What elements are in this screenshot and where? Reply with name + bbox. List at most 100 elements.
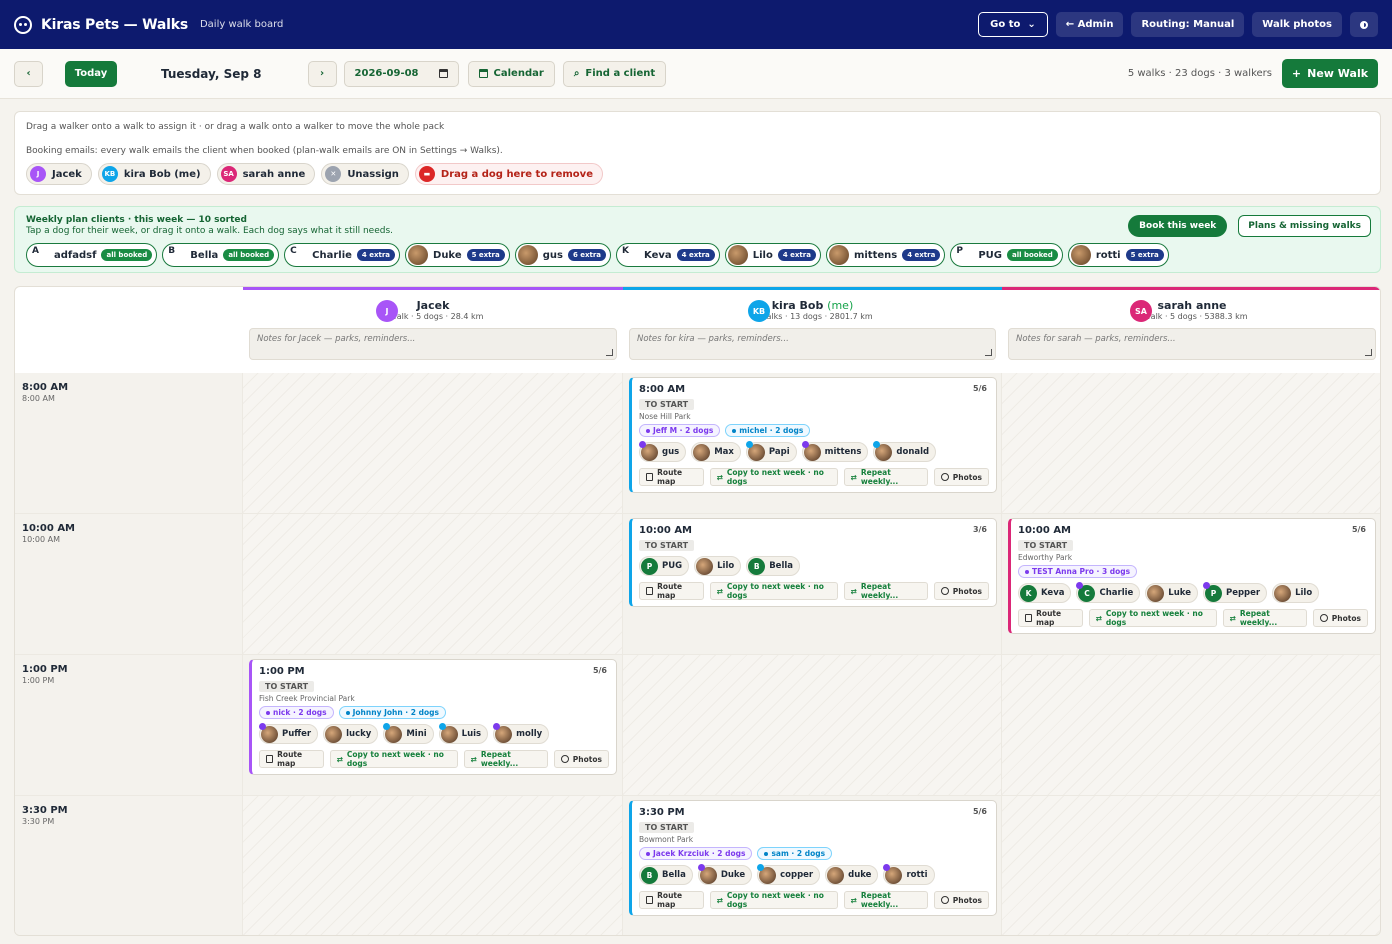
copy-next-week-button[interactable]: ⇄ Copy to next week · no dogs xyxy=(329,750,458,768)
dog-chip[interactable]: Max xyxy=(691,442,741,462)
dog-chip[interactable]: P PUG xyxy=(639,556,690,576)
route-map-button[interactable]: Route map xyxy=(639,468,704,486)
dog-chip[interactable]: Luke xyxy=(1145,583,1198,603)
theme-toggle-button[interactable] xyxy=(1350,12,1378,37)
dog-name: Bella xyxy=(769,561,794,571)
routing-button[interactable]: Routing: Manual xyxy=(1131,12,1245,37)
dog-chip[interactable]: Papi xyxy=(745,441,797,462)
client-tag[interactable]: TEST Anna Pro · 3 dogs xyxy=(1018,565,1138,578)
dog-chip[interactable]: B Bella xyxy=(746,556,801,576)
find-client-button[interactable]: ⌕ Find a client xyxy=(562,60,667,87)
walk-card[interactable]: 10:00 AM 5/6 TO START Edworthy Park TEST Ann… xyxy=(1008,518,1376,634)
dog-chip[interactable]: lucky xyxy=(323,724,379,744)
dog-chip[interactable]: B Bella xyxy=(639,865,693,885)
empty-slot[interactable] xyxy=(243,796,623,935)
dog-chip[interactable]: rotti xyxy=(883,864,935,885)
client-tag[interactable]: sam · 2 dogs xyxy=(757,847,833,860)
repeat-weekly-button[interactable]: ⇄ Repeat weekly... xyxy=(1222,609,1307,627)
walk-card[interactable]: 10:00 AM 3/6 TO START P PUG Lilo B Bella Route m… xyxy=(629,518,997,607)
route-map-button[interactable]: Route map xyxy=(639,582,704,600)
photos-button[interactable]: Photos xyxy=(933,891,989,909)
unassign-chip[interactable]: ✕ Unassign xyxy=(321,163,409,185)
client-tag[interactable]: Jeff M · 2 dogs xyxy=(639,424,721,437)
goto-menu-button[interactable]: Go to ⌄ xyxy=(978,12,1048,37)
weekly-dog-chip[interactable]: mittens 4 extra xyxy=(825,243,946,267)
new-walk-button[interactable]: + New Walk xyxy=(1282,59,1378,88)
photos-button[interactable]: Photos xyxy=(933,468,989,486)
walker-chip-sarah[interactable]: SA sarah anne xyxy=(216,163,316,185)
weekly-dog-chip[interactable]: B Bella all booked xyxy=(162,243,280,267)
walk-card[interactable]: 8:00 AM 5/6 TO START Nose Hill Park Jeff M ·… xyxy=(629,377,997,493)
photos-button[interactable]: Photos xyxy=(1312,609,1368,627)
walker-chip-jacek[interactable]: J Jacek xyxy=(26,163,92,185)
walk-time: 10:00 AM xyxy=(639,525,693,536)
photos-button[interactable]: Photos xyxy=(933,582,989,600)
dog-chip[interactable]: mittens xyxy=(801,441,869,462)
copy-next-week-button[interactable]: ⇄ Copy to next week · no dogs xyxy=(709,468,838,486)
dog-chip[interactable]: Mini xyxy=(383,723,434,744)
walk-card[interactable]: 1:00 PM 5/6 TO START Fish Creek Provincial … xyxy=(249,659,617,775)
repeat-weekly-button[interactable]: ⇄ Repeat weekly... xyxy=(843,891,928,909)
weekly-dog-chip[interactable]: P PUG all booked xyxy=(950,243,1063,267)
remove-dog-dropzone[interactable]: ▬ Drag a dog here to remove xyxy=(414,163,603,185)
walk-photos-button[interactable]: Walk photos xyxy=(1252,12,1342,37)
walker-notes-field[interactable]: Notes for sarah — parks, reminders... xyxy=(1008,328,1376,360)
weekly-dog-chip[interactable]: Lilo 4 extra xyxy=(724,243,821,267)
dog-chip[interactable]: duke xyxy=(825,865,879,885)
weekly-dog-chip[interactable]: C Charlie 4 extra xyxy=(284,243,401,267)
plans-missing-walks-button[interactable]: Plans & missing walks xyxy=(1238,215,1371,237)
empty-slot[interactable] xyxy=(1002,796,1380,935)
walk-card[interactable]: 3:30 PM 5/6 TO START Bowmont Park Jacek Krzc… xyxy=(629,800,997,916)
repeat-weekly-button[interactable]: ⇄ Repeat weekly... xyxy=(843,468,928,486)
dog-chip[interactable]: K Keva xyxy=(1018,583,1072,603)
walker-notes-field[interactable]: Notes for kira — parks, reminders... xyxy=(629,328,996,360)
empty-slot[interactable] xyxy=(623,655,1002,796)
copy-next-week-button[interactable]: ⇄ Copy to next week · no dogs xyxy=(709,582,838,600)
walker-chip-kira[interactable]: KB kira Bob (me) xyxy=(97,163,211,185)
weekly-dog-chip[interactable]: Aadfadsf all booked xyxy=(26,243,158,267)
dog-chip[interactable]: Puffer xyxy=(259,723,319,744)
weekly-dog-chip[interactable]: Duke 5 extra xyxy=(405,243,510,267)
book-this-week-button[interactable]: Book this week xyxy=(1128,215,1228,237)
dog-chip[interactable]: C Charlie xyxy=(1076,582,1141,603)
status-badge: all booked xyxy=(223,249,275,261)
dog-chip[interactable]: Lilo xyxy=(1272,583,1320,603)
route-map-button[interactable]: Route map xyxy=(1018,609,1083,627)
dog-name: Keva xyxy=(644,249,672,261)
dog-chip[interactable]: donald xyxy=(873,441,937,462)
client-tag[interactable]: nick · 2 dogs xyxy=(259,706,334,719)
photos-button[interactable]: Photos xyxy=(553,750,609,768)
route-map-button[interactable]: Route map xyxy=(259,750,324,768)
repeat-weekly-button[interactable]: ⇄ Repeat weekly... xyxy=(843,582,928,600)
date-input[interactable]: 2026-09-08 xyxy=(343,60,459,87)
weekly-dog-chip[interactable]: rotti 5 extra xyxy=(1067,243,1169,267)
client-tag[interactable]: michel · 2 dogs xyxy=(725,424,811,437)
weekly-dog-chip[interactable]: gus 6 extra xyxy=(514,243,612,267)
empty-slot[interactable] xyxy=(243,514,623,655)
route-map-button[interactable]: Route map xyxy=(639,891,704,909)
repeat-weekly-button[interactable]: ⇄ Repeat weekly... xyxy=(463,750,548,768)
client-tag[interactable]: Johnny John · 2 dogs xyxy=(338,706,446,719)
dog-chip[interactable]: Lilo xyxy=(694,556,742,576)
dog-chip[interactable]: Luis xyxy=(438,723,489,744)
copy-next-week-button[interactable]: ⇄ Copy to next week · no dogs xyxy=(1088,609,1217,627)
dog-chip[interactable]: molly xyxy=(493,723,550,744)
today-button[interactable]: Today xyxy=(65,60,117,87)
empty-slot[interactable] xyxy=(1002,655,1380,796)
empty-slot[interactable] xyxy=(243,373,623,514)
client-tag[interactable]: Jacek Krzciuk · 2 dogs xyxy=(639,847,753,860)
calendar-button[interactable]: Calendar xyxy=(467,60,555,87)
copy-next-week-button[interactable]: ⇄ Copy to next week · no dogs xyxy=(709,891,838,909)
weekly-dog-chip[interactable]: K Keva 4 extra xyxy=(616,243,720,267)
dog-chip[interactable]: P Pepper xyxy=(1202,582,1268,603)
dog-name: Duke xyxy=(433,249,462,261)
admin-button[interactable]: ← Admin xyxy=(1055,12,1124,37)
prev-day-button[interactable]: ‹ xyxy=(14,60,43,87)
dog-chip[interactable]: copper xyxy=(757,864,821,885)
dog-chip[interactable]: Duke xyxy=(697,864,753,885)
empty-slot[interactable] xyxy=(1002,373,1380,514)
dog-chip[interactable]: gus xyxy=(639,441,687,462)
time-slot-label: 3:30 PM 3:30 PM xyxy=(15,796,243,935)
next-day-button[interactable]: › xyxy=(307,60,337,87)
walker-notes-field[interactable]: Notes for Jacek — parks, reminders... xyxy=(249,328,617,360)
